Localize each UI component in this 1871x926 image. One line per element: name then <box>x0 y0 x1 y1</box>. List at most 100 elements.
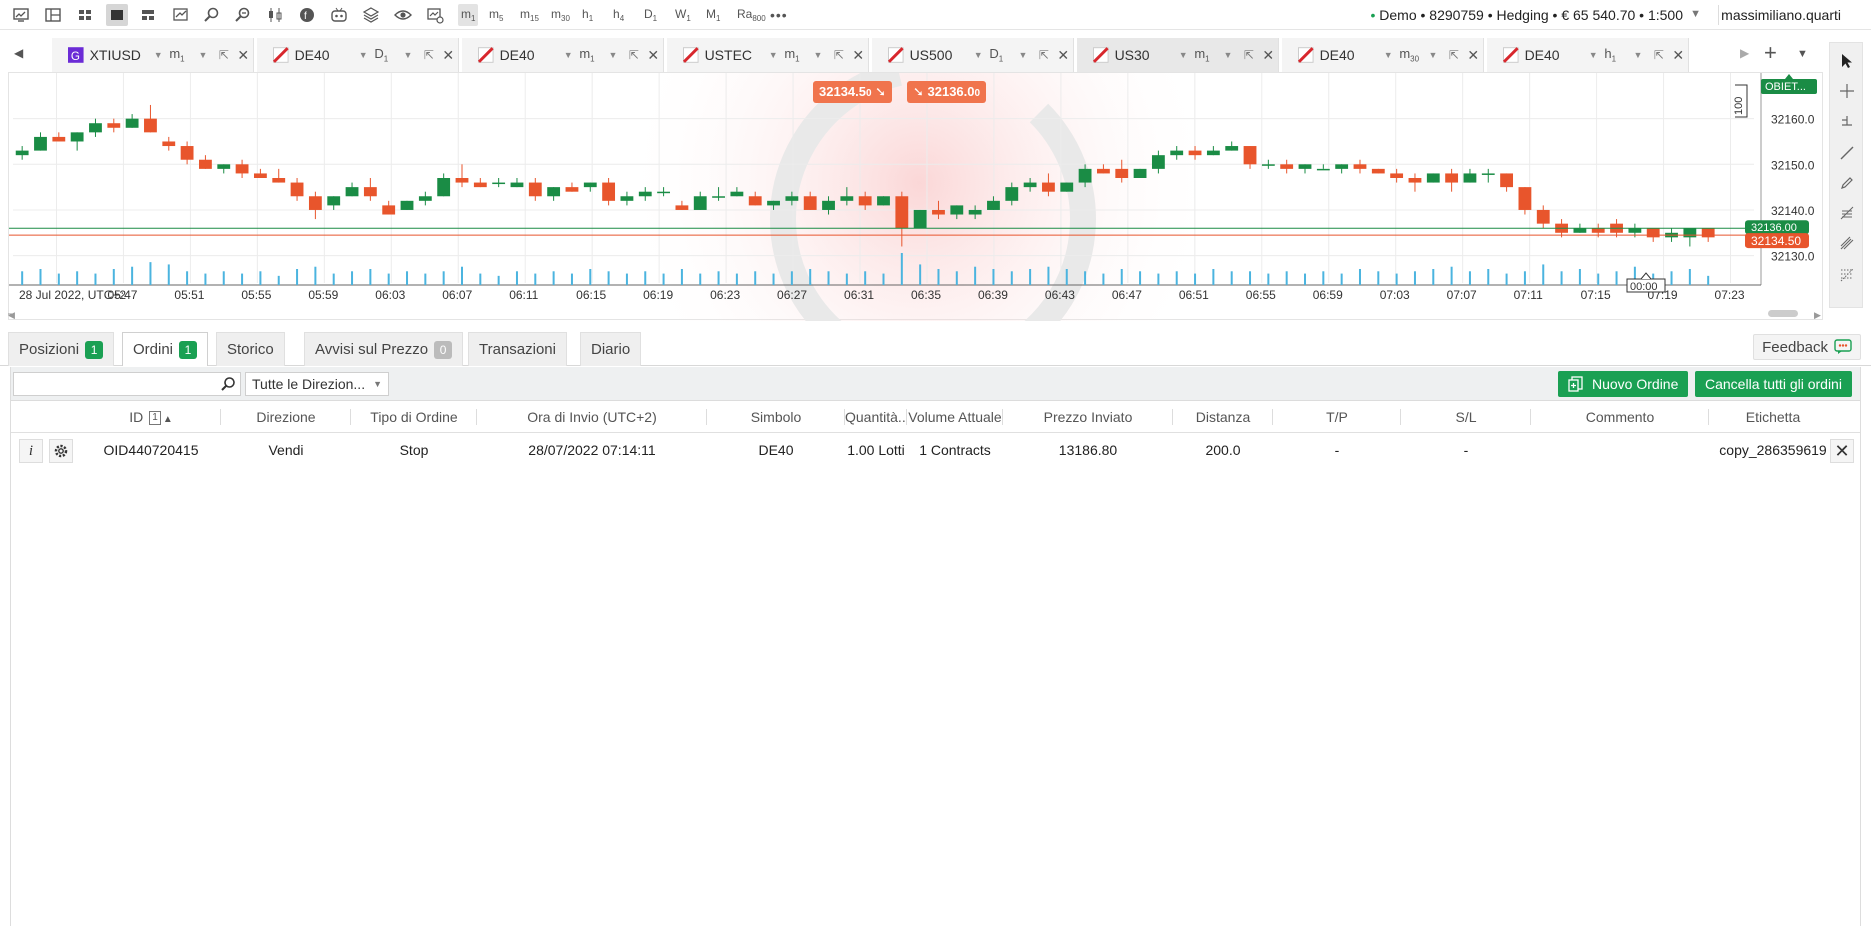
account-info[interactable]: • Demo • 8290759 • Hedging • € 65 540.70… <box>1370 7 1683 23</box>
chart-settings-icon[interactable] <box>170 4 192 26</box>
chevron-down-icon[interactable]: ▼ <box>199 50 215 60</box>
timeframe-m15[interactable]: m15 <box>520 4 539 26</box>
close-tab-icon[interactable]: ✕ <box>1054 47 1073 64</box>
chevron-down-icon[interactable]: ▼ <box>359 50 375 60</box>
fibonacci-icon[interactable] <box>1837 203 1857 223</box>
panel-tab-ordini[interactable]: Ordini 1 <box>122 332 209 366</box>
chevron-down-icon[interactable]: ▼ <box>1634 50 1650 60</box>
timeframe-m5[interactable]: m5 <box>489 4 503 26</box>
feedback-button[interactable]: Feedback <box>1753 334 1861 360</box>
column-header[interactable]: Quantità... <box>845 401 907 433</box>
chart-tools-icon[interactable] <box>424 4 446 26</box>
timeframe-m1[interactable]: m1 <box>458 4 479 26</box>
tab-timeframe[interactable]: D1 <box>989 46 1018 64</box>
column-header[interactable]: Commento <box>1531 401 1709 433</box>
zoom-in-icon[interactable] <box>201 4 223 26</box>
close-tab-icon[interactable]: ✕ <box>439 47 458 64</box>
chevron-down-icon[interactable]: ▼ <box>1384 50 1400 60</box>
column-header[interactable]: Volume Attuale <box>907 401 1003 433</box>
ask-price-pill[interactable]: ➘ 32136.00 <box>907 81 987 103</box>
chevron-down-icon[interactable]: ▼ <box>1179 50 1195 60</box>
column-header[interactable]: S/L <box>1401 401 1531 433</box>
chevron-down-icon[interactable]: ▼ <box>609 50 625 60</box>
chevron-down-icon[interactable]: ▼ <box>1429 50 1445 60</box>
close-tab-icon[interactable]: ✕ <box>1464 47 1483 64</box>
layout-icon[interactable] <box>42 4 64 26</box>
pitchfork-icon[interactable] <box>1837 233 1857 253</box>
cancel-all-orders-button[interactable]: Cancella tutti gli ordini <box>1695 371 1852 397</box>
trend-line-icon[interactable] <box>1837 143 1857 163</box>
detach-tab-icon[interactable]: ⇱ <box>1239 48 1258 62</box>
crosshair-icon[interactable] <box>1837 81 1857 101</box>
table-row[interactable]: i OID440720415 Vendi Stop 28/07/2022 07:14:1… <box>11 433 1860 467</box>
detach-tab-icon[interactable]: ⇱ <box>419 48 438 62</box>
layers-icon[interactable] <box>360 4 382 26</box>
symbol-tab-de40[interactable]: DE40 ▼ D1 ▼ ⇱ ✕ <box>257 38 459 72</box>
panel-tab-diario[interactable]: Diario <box>580 332 642 366</box>
chart-scrollbar[interactable]: ◀ ▶ <box>8 308 1823 321</box>
column-header[interactable]: ID 1 ▲ <box>81 401 221 433</box>
new-order-button[interactable]: Nuovo Ordine <box>1558 371 1689 397</box>
bid-price-pill[interactable]: 32134.50 ➘ <box>813 81 893 103</box>
symbol-tab-us500[interactable]: US500 ▼ D1 ▼ ⇱ ✕ <box>872 38 1074 72</box>
panel-tab-posizioni[interactable]: Posizioni 1 <box>8 332 115 366</box>
symbol-tab-de40[interactable]: DE40 ▼ m30 ▼ ⇱ ✕ <box>1282 38 1484 72</box>
grid-dots-icon[interactable] <box>1837 265 1857 285</box>
cursor-icon[interactable] <box>1837 51 1857 71</box>
tab-timeframe[interactable]: m1 <box>579 46 608 64</box>
column-header[interactable]: Distanza <box>1173 401 1273 433</box>
close-tab-icon[interactable]: ✕ <box>234 47 253 64</box>
column-header[interactable]: Etichetta <box>1709 401 1837 433</box>
column-header[interactable]: Tipo di Ordine <box>351 401 477 433</box>
tab-timeframe[interactable]: m1 <box>1194 46 1223 64</box>
column-header[interactable]: Prezzo Inviato <box>1003 401 1173 433</box>
chart-canvas[interactable]: 32160.032150.032140.032130.028 Jul 2022,… <box>9 73 1824 321</box>
account-dropdown-icon[interactable]: ▼ <box>1690 8 1701 20</box>
timeframe-M1[interactable]: M1 <box>706 4 720 26</box>
more-options-icon[interactable]: ••• <box>770 5 788 27</box>
tab-timeframe[interactable]: m1 <box>784 46 813 64</box>
username[interactable]: massimiliano.quarti <box>1721 7 1841 23</box>
grid-layout-icon[interactable] <box>74 4 96 26</box>
chevron-down-icon[interactable]: ▼ <box>1019 50 1035 60</box>
tabs-scroll-right-icon[interactable]: ▶ <box>1740 46 1749 60</box>
detach-tab-icon[interactable]: ⇱ <box>1649 48 1668 62</box>
timeframe-h1[interactable]: h1 <box>582 4 593 26</box>
timeframe-Ra800[interactable]: Ra800 <box>737 4 766 26</box>
timeframe-h4[interactable]: h4 <box>613 4 624 26</box>
chevron-down-icon[interactable]: ▼ <box>1589 50 1605 60</box>
column-header[interactable]: Ora di Invio (UTC+2) <box>477 401 707 433</box>
chevron-down-icon[interactable]: ▼ <box>814 50 830 60</box>
symbol-tab-xtiusd[interactable]: G XTIUSD ▼ m1 ▼ ⇱ ✕ <box>52 38 254 72</box>
gear-icon[interactable] <box>49 439 73 463</box>
panel-tab-storico[interactable]: Storico <box>216 332 285 366</box>
symbol-tab-ustec[interactable]: USTEC ▼ m1 ▼ ⇱ ✕ <box>667 38 869 72</box>
detach-tab-icon[interactable]: ⇱ <box>1444 48 1463 62</box>
detach-tab-icon[interactable]: ⇱ <box>214 48 233 62</box>
tab-timeframe[interactable]: m1 <box>169 46 198 64</box>
candle-type-icon[interactable] <box>264 4 286 26</box>
split-layout-icon[interactable] <box>137 4 159 26</box>
column-header[interactable]: Simbolo <box>707 401 845 433</box>
timeframe-W1[interactable]: W1 <box>675 4 691 26</box>
symbol-tab-us30[interactable]: US30 ▼ m1 ▼ ⇱ ✕ <box>1077 38 1279 72</box>
chevron-down-icon[interactable]: ▼ <box>1224 50 1240 60</box>
close-tab-icon[interactable]: ✕ <box>1669 47 1688 64</box>
chevron-down-icon[interactable]: ▼ <box>154 50 170 60</box>
info-icon[interactable]: i <box>19 439 43 463</box>
chevron-down-icon[interactable]: ▼ <box>564 50 580 60</box>
new-chart-icon[interactable] <box>10 4 32 26</box>
direction-filter-select[interactable]: Tutte le Direzion... ▼ <box>245 372 389 396</box>
chevron-down-icon[interactable]: ▼ <box>404 50 420 60</box>
measure-icon[interactable] <box>1837 111 1857 131</box>
tab-timeframe[interactable]: h1 <box>1604 46 1633 64</box>
zoom-out-icon[interactable] <box>232 4 254 26</box>
column-header[interactable]: Direzione <box>221 401 351 433</box>
close-tab-icon[interactable]: ✕ <box>1259 47 1278 64</box>
search-input[interactable] <box>14 373 214 395</box>
close-tab-icon[interactable]: ✕ <box>644 47 663 64</box>
panel-tab-transazioni[interactable]: Transazioni <box>468 332 567 366</box>
single-layout-icon[interactable] <box>106 4 128 26</box>
search-box[interactable] <box>13 372 241 396</box>
cancel-order-icon[interactable]: ✕ <box>1830 439 1854 463</box>
